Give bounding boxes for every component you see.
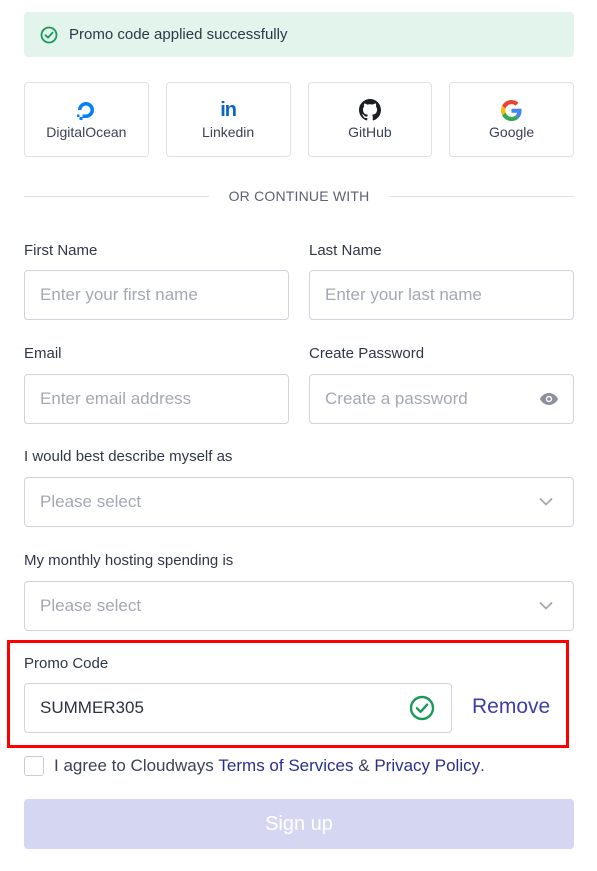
last-name-label: Last Name	[309, 242, 382, 259]
password-input[interactable]: Create a password	[309, 374, 574, 424]
digitalocean-icon	[75, 99, 97, 121]
agree-middle: &	[353, 756, 375, 775]
promo-success-banner: Promo code applied successfully	[24, 12, 574, 57]
linkedin-button[interactable]: in Linkedin	[165, 82, 291, 157]
chevron-down-icon	[539, 602, 553, 611]
or-continue-divider: OR CONTINUE WITH	[24, 186, 575, 206]
email-label: Email	[24, 345, 62, 362]
describe-selected: Please select	[40, 492, 142, 511]
agree-prefix: I agree to Cloudways	[54, 756, 219, 775]
linkedin-icon: in	[220, 99, 237, 121]
google-button[interactable]: Google	[449, 82, 574, 157]
divider-line	[24, 195, 209, 197]
digitalocean-button[interactable]: DigitalOcean	[24, 82, 149, 157]
github-icon	[358, 99, 381, 121]
google-icon	[501, 99, 522, 121]
agree-checkbox[interactable]	[24, 756, 44, 776]
spending-select[interactable]: Please select	[24, 581, 574, 631]
terms-link[interactable]: Terms of Services	[218, 756, 353, 776]
social-label: Google	[489, 124, 535, 140]
email-input[interactable]: Enter email address	[24, 374, 289, 424]
check-circle-icon	[40, 26, 58, 44]
password-label: Create Password	[309, 345, 425, 362]
password-placeholder: Create a password	[325, 389, 468, 408]
first-name-input[interactable]: Enter your first name	[24, 270, 289, 320]
email-placeholder: Enter email address	[40, 389, 192, 408]
first-name-placeholder: Enter your first name	[40, 285, 198, 304]
last-name-placeholder: Enter your last name	[325, 285, 482, 304]
social-label: Linkedin	[202, 124, 255, 140]
agree-suffix: .	[480, 756, 485, 775]
last-name-input[interactable]: Enter your last name	[309, 270, 574, 320]
terms-agreement: I agree to Cloudways Terms of Services &…	[24, 755, 485, 777]
spending-selected: Please select	[40, 596, 142, 615]
privacy-link[interactable]: Privacy Policy	[374, 756, 480, 776]
signup-button[interactable]: Sign up	[24, 799, 574, 849]
first-name-label: First Name	[24, 242, 98, 259]
github-button[interactable]: GitHub	[307, 82, 433, 157]
describe-label: I would best describe myself as	[24, 448, 233, 465]
social-label: DigitalOcean	[46, 124, 127, 140]
describe-select[interactable]: Please select	[24, 477, 574, 527]
chevron-down-icon	[539, 498, 553, 507]
promo-highlight-box	[7, 640, 569, 748]
social-label: GitHub	[348, 124, 392, 140]
divider-text: OR CONTINUE WITH	[228, 188, 370, 204]
divider-line	[389, 195, 575, 197]
social-login-row: DigitalOcean in Linkedin GitHub Google	[24, 82, 574, 157]
banner-text: Promo code applied successfully	[69, 26, 288, 43]
eye-icon[interactable]	[539, 392, 559, 406]
spending-label: My monthly hosting spending is	[24, 552, 234, 569]
